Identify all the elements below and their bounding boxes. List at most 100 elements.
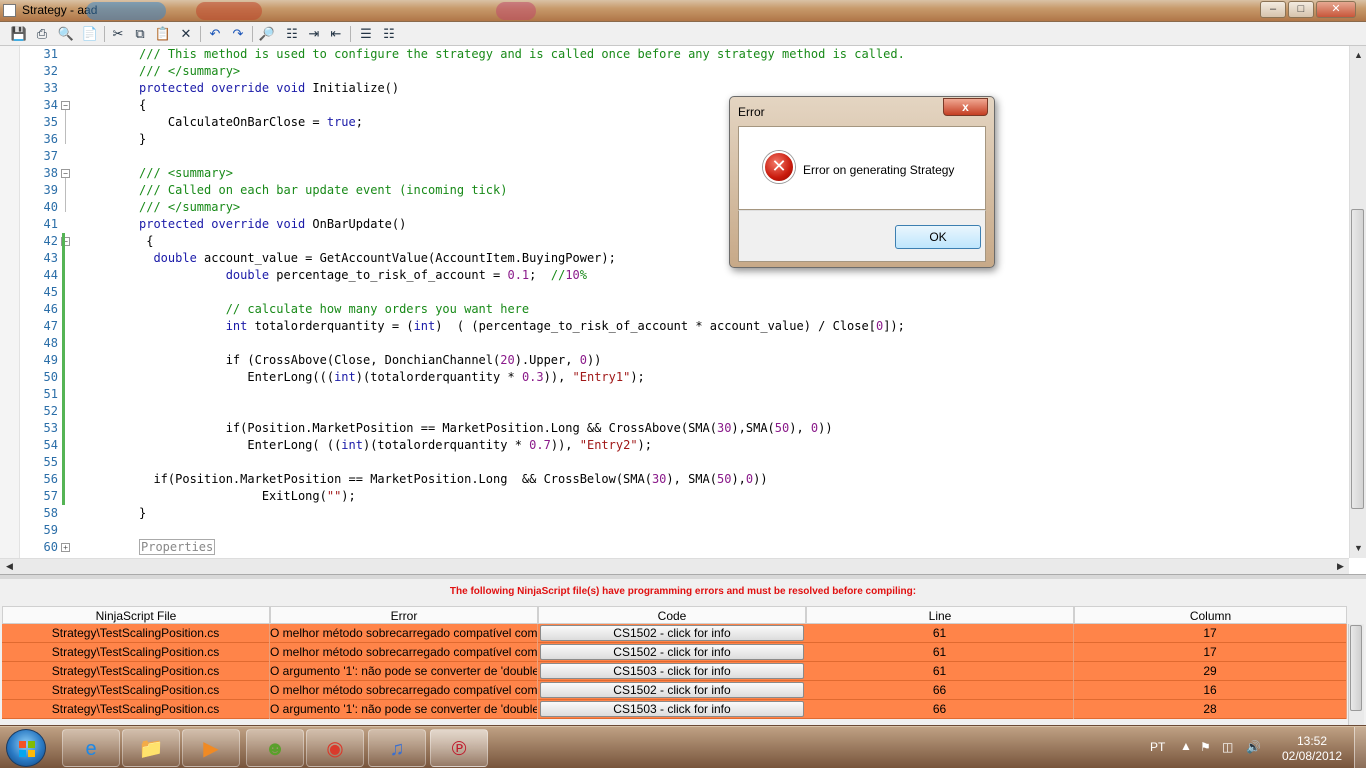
error-row[interactable]: Strategy\TestScalingPosition.cs O melhor … (2, 681, 1347, 700)
minimize-button[interactable]: – (1260, 1, 1286, 18)
code-editor[interactable]: 31 /// This method is used to configure t… (0, 46, 1366, 574)
undo-icon[interactable]: ↶ (206, 25, 224, 43)
error-cell-line: 66 (806, 681, 1074, 700)
code-line[interactable]: int totalorderquantity = (int) ( (percen… (139, 318, 905, 335)
code-line[interactable]: /// <summary> (139, 165, 233, 182)
ok-button[interactable]: OK (895, 225, 981, 249)
taskbar: e 📁 ▶ ☻ ◉ ♫ ℗ PT ▲ ⚑ ◫ 🔊 13:52 02/08/201… (0, 726, 1366, 768)
error-row[interactable]: Strategy\TestScalingPosition.cs O melhor … (2, 643, 1347, 662)
dialog-close-button[interactable]: x (943, 98, 988, 116)
error-row[interactable]: Strategy\TestScalingPosition.cs O argumen… (2, 700, 1347, 719)
error-summary-message: The following NinjaScript file(s) have p… (449, 586, 917, 597)
error-list-scroll-thumb[interactable] (1350, 625, 1362, 711)
error-code-button[interactable]: CS1502 - click for info (540, 625, 804, 641)
code-line[interactable]: double account_value = GetAccountValue(A… (139, 250, 615, 267)
error-code-button[interactable]: CS1502 - click for info (540, 682, 804, 698)
error-row[interactable]: Strategy\TestScalingPosition.cs O melhor … (2, 624, 1347, 643)
cut-icon[interactable]: ✂ (109, 25, 127, 43)
column-header-line[interactable]: Line (806, 606, 1074, 624)
maximize-button[interactable]: □ (1288, 1, 1314, 18)
collapse-region-icon[interactable]: − (61, 169, 70, 178)
code-line[interactable]: } (139, 505, 146, 522)
clock-time: 13:52 (1296, 734, 1328, 748)
page-setup-icon[interactable]: 📄 (81, 25, 99, 43)
code-line[interactable]: } (139, 131, 146, 148)
collapse-region-icon[interactable]: − (61, 101, 70, 110)
code-line[interactable]: protected override void OnBarUpdate() (139, 216, 406, 233)
code-line[interactable]: if (CrossAbove(Close, DonchianChannel(20… (139, 352, 602, 369)
code-line[interactable]: EnterLong(((int)(totalorderquantity * 0.… (139, 369, 644, 386)
expand-region-icon[interactable]: + (61, 543, 70, 552)
column-header-column[interactable]: Column (1074, 606, 1347, 624)
error-cell-column: 17 (1074, 624, 1347, 643)
replace-icon[interactable]: ☷ (283, 25, 301, 43)
line-number: 60 (43, 540, 58, 554)
indent-icon[interactable]: ⇥ (305, 25, 323, 43)
column-header-code[interactable]: Code (538, 606, 806, 624)
show-desktop-button[interactable] (1354, 727, 1366, 768)
volume-icon[interactable]: 🔊 (1246, 740, 1261, 754)
live-messenger-icon[interactable]: ☻ (246, 729, 304, 767)
error-cell-file: Strategy\TestScalingPosition.cs (2, 624, 270, 643)
print-icon[interactable]: ⎙ (33, 25, 51, 43)
code-line[interactable]: { (139, 233, 153, 250)
error-code-button[interactable]: CS1503 - click for info (540, 701, 804, 717)
clock[interactable]: 13:52 02/08/2012 (1280, 734, 1344, 764)
scroll-down-icon[interactable]: ▼ (1354, 543, 1363, 553)
redo-icon[interactable]: ↷ (229, 25, 247, 43)
comment-icon[interactable]: ☰ (357, 25, 375, 43)
code-line[interactable]: double percentage_to_risk_of_account = 0… (139, 267, 587, 284)
ninjatrader-icon[interactable]: ℗ (430, 729, 488, 767)
error-code-button[interactable]: CS1503 - click for info (540, 663, 804, 679)
windows-explorer-icon[interactable]: 📁 (122, 729, 180, 767)
outdent-icon[interactable]: ⇤ (327, 25, 345, 43)
find-icon[interactable]: 🔎 (258, 25, 276, 43)
save-icon[interactable]: 💾 (10, 25, 28, 43)
line-number: 45 (43, 285, 58, 299)
language-indicator[interactable]: PT (1150, 740, 1165, 754)
code-line[interactable]: /// </summary> (139, 199, 240, 216)
scroll-right-icon[interactable]: ▶ (1337, 561, 1344, 572)
code-line[interactable]: Properties (139, 539, 216, 556)
toolbar-separator (252, 26, 253, 42)
error-cell-file: Strategy\TestScalingPosition.cs (2, 700, 270, 719)
start-button[interactable] (6, 729, 46, 767)
network-icon[interactable]: ◫ (1222, 740, 1233, 754)
delete-icon[interactable]: ✕ (177, 25, 195, 43)
media-player-icon[interactable]: ▶ (182, 729, 240, 767)
code-line[interactable]: /// Called on each bar update event (inc… (139, 182, 507, 199)
error-row[interactable]: Strategy\TestScalingPosition.cs O argumen… (2, 662, 1347, 681)
code-line[interactable]: protected override void Initialize() (139, 80, 399, 97)
code-line[interactable]: { (139, 97, 146, 114)
uncomment-icon[interactable]: ☷ (380, 25, 398, 43)
code-line[interactable]: CalculateOnBarClose = true; (139, 114, 363, 131)
error-cell-line: 66 (806, 700, 1074, 719)
code-line[interactable]: // calculate how many orders you want he… (139, 301, 529, 318)
clock-date: 02/08/2012 (1281, 749, 1343, 763)
scroll-left-icon[interactable]: ◀ (6, 561, 13, 572)
scroll-up-icon[interactable]: ▲ (1354, 50, 1363, 60)
editor-horizontal-scrollbar[interactable]: ◀ ▶ (0, 558, 1349, 574)
code-line[interactable]: ExitLong(""); (139, 488, 356, 505)
code-line[interactable]: /// </summary> (139, 63, 240, 80)
copy-icon[interactable]: ⧉ (131, 25, 149, 43)
error-code-button[interactable]: CS1502 - click for info (540, 644, 804, 660)
internet-explorer-icon[interactable]: e (62, 729, 120, 767)
show-hidden-icons-icon[interactable]: ▲ (1180, 739, 1192, 753)
column-header-file[interactable]: NinjaScript File (2, 606, 270, 624)
code-line[interactable]: /// This method is used to configure the… (139, 46, 905, 63)
code-line[interactable]: if(Position.MarketPosition == MarketPosi… (139, 420, 833, 437)
editor-scroll-thumb[interactable] (1351, 209, 1364, 509)
error-cell-error: O argumento '1': não pode se converter d… (270, 700, 538, 719)
code-line[interactable]: EnterLong( ((int)(totalorderquantity * 0… (139, 437, 652, 454)
print-preview-icon[interactable]: 🔍 (57, 25, 75, 43)
close-button[interactable]: ✕ (1316, 1, 1356, 18)
paste-icon[interactable]: 📋 (154, 25, 172, 43)
column-header-error[interactable]: Error (270, 606, 538, 624)
line-number: 44 (43, 268, 58, 282)
itunes-icon[interactable]: ♫ (368, 729, 426, 767)
action-center-flag-icon[interactable]: ⚑ (1200, 740, 1211, 754)
background-decoration (196, 2, 262, 20)
code-line[interactable]: if(Position.MarketPosition == MarketPosi… (139, 471, 767, 488)
chrome-icon[interactable]: ◉ (306, 729, 364, 767)
